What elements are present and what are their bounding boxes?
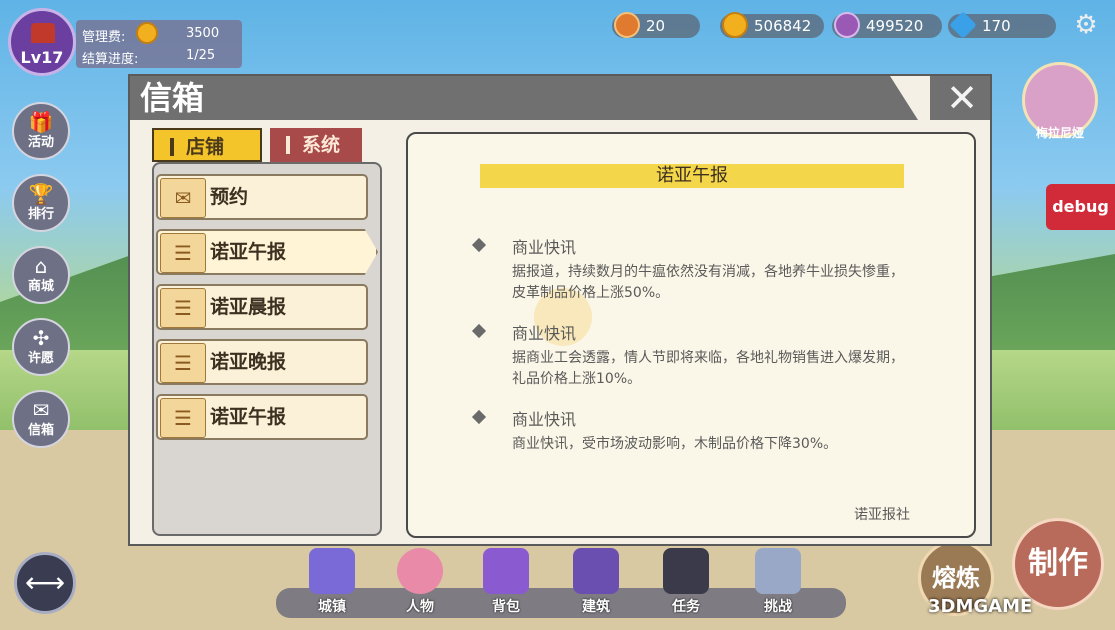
dialog-title-bar: 信箱 ✕ — [130, 76, 990, 120]
title-bar-decoration — [890, 76, 930, 120]
diamond-bullet-icon — [471, 409, 487, 425]
scroll-icon: ☰ — [160, 398, 206, 438]
nav-label: 建筑 — [582, 599, 610, 615]
mail-title: 诺亚午报 — [480, 164, 904, 188]
resource-gold[interactable]: 506842 — [720, 12, 824, 38]
mail-item[interactable]: ✉ 预约 — [156, 174, 368, 220]
envelope-icon: ✉ — [160, 178, 206, 218]
joystick-button[interactable]: ⟷ — [14, 552, 76, 614]
resource-medal-value: 499520 — [866, 17, 924, 35]
purple-medal-icon — [834, 12, 860, 38]
resource-diamond[interactable]: 170 — [948, 11, 1056, 39]
town-icon — [309, 548, 355, 594]
news-signature: 诺亚报社 — [854, 507, 910, 523]
mail-item-label: 诺亚午报 — [210, 406, 287, 428]
mail-item-selected[interactable]: ☰ 诺亚午报 — [156, 229, 378, 275]
crossed-swords-icon — [755, 548, 801, 594]
management-panel: 管理费: 3500 结算进度: 1/25 — [76, 20, 242, 68]
news-heading: 商业快讯 — [512, 238, 577, 257]
quest-book-icon — [663, 548, 709, 594]
nav-characters[interactable]: 人物 — [390, 548, 450, 616]
nav-quests[interactable]: 任务 — [656, 548, 716, 616]
tab-shop[interactable]: 店铺 — [152, 128, 262, 162]
site-watermark: 3DMGAME — [928, 596, 1033, 617]
resource-medal[interactable]: 499520 — [832, 12, 942, 38]
nav-challenge[interactable]: 挑战 — [748, 548, 808, 616]
envelope-icon: ✉ — [32, 398, 50, 422]
character-icon — [397, 548, 443, 594]
diamond-bullet-icon — [471, 237, 487, 253]
pinwheel-icon: ✣ — [32, 326, 50, 350]
side-menu-label: 许愿 — [27, 351, 54, 366]
news-body: 据报道，持续数月的牛瘟依然没有消减，各地养牛业损失惨重，皮革制品价格上涨50%。 — [512, 264, 904, 301]
mail-item-label: 诺亚午报 — [210, 241, 287, 263]
side-menu-label: 商城 — [27, 279, 54, 294]
nav-label: 任务 — [672, 599, 700, 615]
tab-bar — [286, 136, 290, 154]
building-icon — [573, 548, 619, 594]
gift-icon: 🎁 — [28, 110, 54, 134]
side-menu-mailbox[interactable]: ✉ 信箱 — [12, 390, 70, 448]
diamond-bullet-icon — [471, 323, 487, 339]
side-menu-wish[interactable]: ✣ 许愿 — [12, 318, 70, 376]
hero-portrait[interactable]: 梅拉尼娅 — [1022, 62, 1098, 140]
scroll-icon: ☰ — [160, 343, 206, 383]
nav-buildings[interactable]: 建筑 — [566, 548, 626, 616]
news-heading: 商业快讯 — [512, 324, 577, 343]
settings-gear-icon[interactable]: ⚙ — [1071, 10, 1101, 40]
diamond-icon — [949, 11, 977, 39]
nav-label: 挑战 — [764, 599, 792, 615]
scroll-icon: ☰ — [160, 233, 206, 273]
mail-item[interactable]: ☰ 诺亚午报 — [156, 394, 368, 440]
resource-badge-value: 20 — [646, 17, 666, 35]
news-body: 据商业工会透露，情人节即将来临，各地礼物销售进入爆发期，礼品价格上涨10%。 — [512, 350, 904, 387]
player-level-badge[interactable]: Lv17 — [8, 8, 76, 76]
trophy-icon: 🏆 — [28, 182, 54, 206]
shop-house-icon — [31, 23, 55, 43]
settlement-value: 1/25 — [186, 48, 216, 63]
news-body: 商业快讯，受市场波动影响，木制品价格下降30%。 — [512, 436, 838, 452]
resource-gold-value: 506842 — [754, 17, 812, 35]
mailbox-dialog: 信箱 ✕ 店铺 系统 ✉ 预约 ☰ 诺亚午报 ☰ 诺亚晨报 ☰ 诺亚晚报 ☰ 诺… — [128, 74, 992, 546]
nav-label: 背包 — [492, 599, 520, 615]
mail-item-label: 诺亚晨报 — [210, 296, 287, 318]
side-menu-activity[interactable]: 🎁 活动 — [12, 102, 70, 160]
tab-bar — [170, 138, 174, 156]
tab-system[interactable]: 系统 — [270, 128, 362, 162]
tab-label: 系统 — [302, 134, 341, 156]
backpack-icon — [483, 548, 529, 594]
side-menu-label: 排行 — [27, 207, 54, 222]
hero-name: 梅拉尼娅 — [1035, 126, 1084, 140]
nav-label: 城镇 — [318, 599, 346, 615]
mail-content-panel[interactable]: 诺亚午报 商业快讯 据报道，持续数月的牛瘟依然没有消减，各地养牛业损失惨重，皮革… — [406, 132, 976, 538]
mail-item[interactable]: ☰ 诺亚晨报 — [156, 284, 368, 330]
mail-item[interactable]: ☰ 诺亚晚报 — [156, 339, 368, 385]
management-fee-value: 3500 — [186, 26, 220, 41]
side-menu-shop[interactable]: ⌂ 商城 — [12, 246, 70, 304]
debug-button[interactable]: debug — [1046, 184, 1115, 230]
nav-backpack[interactable]: 背包 — [476, 548, 536, 616]
nav-label: 人物 — [406, 599, 434, 615]
management-fee-label: 管理费: — [82, 30, 126, 45]
gold-coin-icon — [722, 12, 748, 38]
scroll-icon: ☰ — [160, 288, 206, 328]
nav-town[interactable]: 城镇 — [302, 548, 362, 616]
settlement-label: 结算进度: — [82, 52, 139, 67]
shop-icon: ⌂ — [34, 254, 48, 278]
side-menu-label: 信箱 — [27, 423, 54, 438]
side-menu-label: 活动 — [27, 135, 54, 150]
badge-icon — [614, 12, 640, 38]
mail-item-label: 预约 — [210, 186, 249, 208]
resource-badge[interactable]: 20 — [612, 12, 700, 38]
dialog-title: 信箱 — [140, 79, 205, 117]
tab-label: 店铺 — [186, 136, 225, 158]
resource-diamond-value: 170 — [982, 17, 1011, 35]
mail-item-label: 诺亚晚报 — [210, 351, 287, 373]
side-menu-ranking[interactable]: 🏆 排行 — [12, 174, 70, 232]
gold-coin-icon — [136, 22, 158, 44]
close-icon[interactable]: ✕ — [942, 78, 982, 118]
player-level: Lv17 — [20, 48, 64, 67]
news-heading: 商业快讯 — [512, 410, 577, 429]
